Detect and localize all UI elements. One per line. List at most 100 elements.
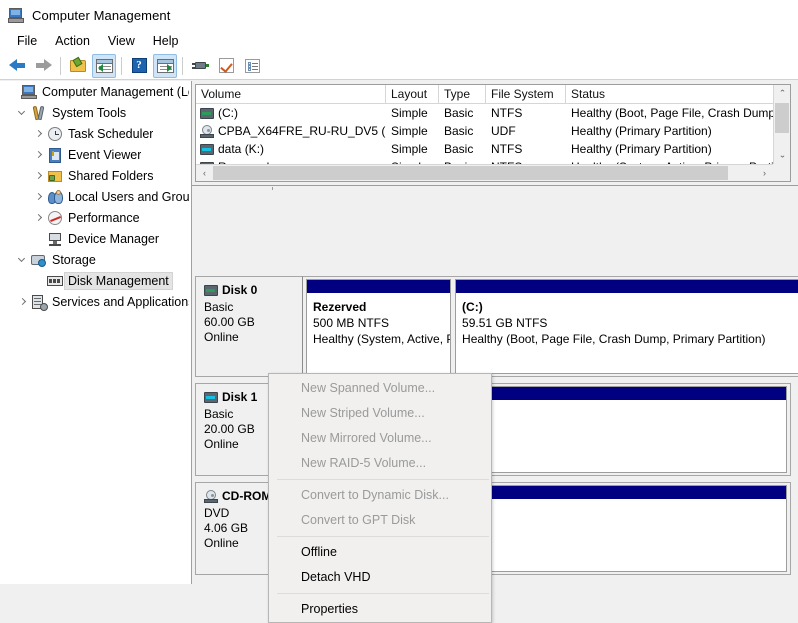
tree-item-label: System Tools: [52, 105, 127, 120]
expander-right[interactable]: [30, 165, 46, 186]
column-header-volume[interactable]: Volume: [196, 85, 386, 103]
menu-item-new-raid-5-volume: New RAID-5 Volume...: [301, 456, 427, 470]
volume-label: data (K:): [218, 142, 265, 156]
tree-item-local-users-and-groups[interactable]: Local Users and Groups: [0, 186, 191, 207]
tree-item-label: Disk Management: [64, 271, 173, 290]
volume-list-vertical-scrollbar[interactable]: ⌃ ⌄: [773, 85, 790, 164]
back-button[interactable]: [5, 54, 29, 78]
expander-right[interactable]: [30, 144, 46, 165]
disk-name: Disk 0: [222, 283, 258, 297]
tree-item-shared-folders[interactable]: Shared Folders: [0, 165, 191, 186]
tree-item-disk-management[interactable]: Disk Management: [0, 270, 191, 291]
menu-item-detach-vhd[interactable]: Detach VHD: [269, 565, 491, 590]
connect-button[interactable]: [188, 54, 212, 78]
column-header-layout[interactable]: Layout: [386, 85, 439, 103]
computer-management-window: Computer Management File Action View Hel…: [0, 0, 798, 623]
toolbar: ?: [0, 52, 798, 80]
partition-c[interactable]: (C:) 59.51 GB NTFS Healthy (Boot, Page F…: [455, 279, 798, 374]
help-icon: ?: [131, 58, 147, 73]
tools-icon: [30, 104, 48, 122]
cell-file-system: NTFS: [491, 106, 523, 120]
expander-none: [4, 81, 20, 102]
partition-size: 500 MB NTFS: [313, 316, 390, 330]
volume-list-horizontal-scrollbar[interactable]: ‹ ›: [196, 164, 773, 181]
properties-list-button[interactable]: [240, 54, 264, 78]
tree-item-label: Task Scheduler: [68, 126, 154, 141]
partition-text: Rezerved 500 MB NTFS Healthy (System, Ac…: [307, 294, 450, 347]
disk-row-disk-0[interactable]: Disk 0 Basic 60.00 GB Online Rezerved 50…: [195, 276, 798, 377]
menu-action[interactable]: Action: [46, 32, 99, 50]
volume-list-header: Volume Layout Type File System Status: [196, 85, 790, 104]
column-header-status[interactable]: Status: [566, 85, 790, 103]
cell-layout: Simple: [391, 124, 428, 138]
scroll-right-icon[interactable]: ›: [756, 165, 773, 181]
column-header-file-system[interactable]: File System: [486, 85, 566, 103]
disk-icon: [204, 391, 218, 403]
disk-management-icon: [46, 272, 64, 290]
plug-icon: [191, 60, 209, 72]
cell-layout: Simple: [391, 106, 428, 120]
expander-right[interactable]: [30, 186, 46, 207]
expander-down[interactable]: [14, 249, 30, 270]
menu-item-new-mirrored-volume: New Mirrored Volume...: [301, 431, 432, 445]
tree-item-performance[interactable]: Performance: [0, 207, 191, 228]
scroll-up-icon[interactable]: ⌃: [774, 85, 790, 102]
table-row[interactable]: (C:) Simple Basic NTFS Healthy (Boot, Pa…: [196, 104, 790, 122]
list-properties-icon: [244, 58, 260, 73]
expander-right[interactable]: [14, 291, 30, 312]
tree-item-label: Device Manager: [68, 231, 160, 246]
show-hide-console-tree-button[interactable]: [92, 53, 116, 78]
computer-icon: [8, 7, 24, 23]
services-icon: [30, 293, 48, 311]
disk-name: CD-ROM: [222, 489, 272, 503]
up-one-level-button[interactable]: [66, 54, 90, 78]
partition-rezerved[interactable]: Rezerved 500 MB NTFS Healthy (System, Ac…: [306, 279, 452, 374]
menu-view[interactable]: View: [99, 32, 144, 50]
menu-help[interactable]: Help: [144, 32, 188, 50]
tree-item-label: Storage: [52, 252, 96, 267]
disk-size: 60.00 GB: [204, 315, 255, 329]
tree-item-task-scheduler[interactable]: Task Scheduler: [0, 123, 191, 144]
expander-right[interactable]: [30, 207, 46, 228]
expander-down[interactable]: [14, 102, 30, 123]
menu-file[interactable]: File: [8, 32, 46, 50]
cell-file-system: UDF: [491, 124, 516, 138]
column-header-type[interactable]: Type: [439, 85, 486, 103]
partition-status: Healthy (System, Active, Prima: [313, 332, 450, 346]
volume-label: (C:): [218, 106, 238, 120]
scrollbar-corner: [773, 164, 790, 181]
window-title: Computer Management: [32, 7, 171, 23]
disk-icon: [204, 284, 218, 296]
tree-item-services-and-applications[interactable]: Services and Applications: [0, 291, 191, 312]
console-tree[interactable]: Computer Management (Local System Tools …: [0, 81, 191, 584]
expander-right[interactable]: [30, 123, 46, 144]
tree-item-device-manager[interactable]: Device Manager: [0, 228, 191, 249]
refresh-checklist-button[interactable]: [214, 54, 238, 78]
folder-up-icon: [69, 56, 87, 73]
shared-folder-icon: [46, 167, 64, 185]
title-bar: Computer Management: [0, 0, 798, 30]
volume-list[interactable]: Volume Layout Type File System Status (C…: [195, 84, 791, 182]
device-manager-icon: [46, 230, 64, 248]
show-hide-action-pane-button[interactable]: [153, 53, 177, 78]
cell-file-system: NTFS: [491, 142, 523, 156]
menu-item-properties[interactable]: Properties: [269, 597, 491, 622]
help-button[interactable]: ?: [127, 54, 151, 78]
menu-item-offline[interactable]: Offline: [269, 540, 491, 565]
partition-color-bar: [456, 280, 798, 294]
tree-item-storage[interactable]: Storage: [0, 249, 191, 270]
forward-button[interactable]: [31, 54, 55, 78]
partition-text: (C:) 59.51 GB NTFS Healthy (Boot, Page F…: [456, 294, 798, 347]
scrollbar-thumb[interactable]: [213, 166, 728, 180]
scroll-down-icon[interactable]: ⌄: [774, 147, 790, 164]
event-log-icon: [46, 146, 64, 164]
disk-context-menu[interactable]: New Spanned Volume... New Striped Volume…: [268, 373, 492, 623]
tree-item-event-viewer[interactable]: Event Viewer: [0, 144, 191, 165]
tree-item-computer-management[interactable]: Computer Management (Local: [0, 81, 191, 102]
table-row[interactable]: CPBA_X64FRE_RU-RU_DV5 (D:) Simple Basic …: [196, 122, 790, 140]
tree-item-system-tools[interactable]: System Tools: [0, 102, 191, 123]
scrollbar-thumb[interactable]: [775, 103, 789, 133]
scroll-left-icon[interactable]: ‹: [196, 165, 213, 181]
disk-info-disk-0[interactable]: Disk 0 Basic 60.00 GB Online: [195, 276, 303, 377]
table-row[interactable]: data (K:) Simple Basic NTFS Healthy (Pri…: [196, 140, 790, 158]
